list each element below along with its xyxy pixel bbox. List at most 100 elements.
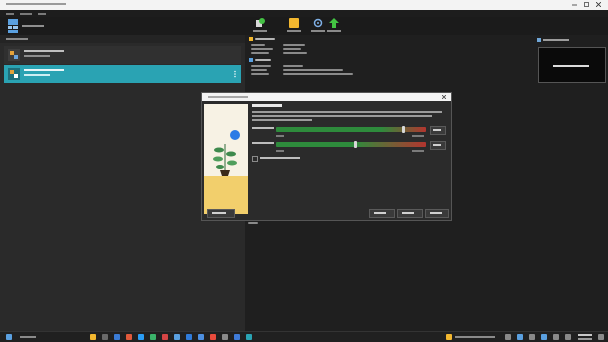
taskbar-app-icon[interactable] [174, 334, 180, 340]
cancel-button[interactable] [425, 209, 449, 218]
processors-spinbox[interactable] [430, 141, 446, 150]
base-memory-min-label [276, 135, 284, 137]
new-button[interactable] [251, 18, 269, 34]
battery-icon[interactable] [565, 334, 571, 340]
cancel-button-label [430, 212, 442, 214]
detail-label [251, 73, 269, 75]
processors-slider[interactable] [276, 142, 426, 147]
tray-icon[interactable] [505, 334, 511, 340]
taskbar-app-icon[interactable] [186, 334, 192, 340]
efi-checkbox[interactable] [252, 156, 258, 162]
tools-icon[interactable] [8, 19, 18, 33]
section-heading [255, 38, 275, 40]
detail-value [283, 65, 303, 67]
taskbar-app-icon[interactable] [234, 334, 240, 340]
taskbar-app-icon[interactable] [150, 334, 156, 340]
dialog-close-icon[interactable] [441, 94, 447, 100]
detail-value [283, 48, 301, 50]
taskbar-search[interactable] [20, 336, 36, 338]
taskbar-app-icon[interactable] [210, 334, 216, 340]
guided-mode-button-label [212, 212, 226, 214]
taskbar-app-icon[interactable] [126, 334, 132, 340]
tools-label [22, 25, 44, 27]
vm-list-header [0, 35, 245, 43]
new-machine-icon [255, 18, 265, 28]
guided-mode-button[interactable] [207, 209, 235, 218]
general-section-icon [249, 37, 253, 41]
detail-label [251, 48, 273, 50]
efi-row [252, 156, 352, 162]
detail-value [283, 69, 343, 71]
plant-icon [210, 140, 240, 176]
base-memory-value [433, 129, 441, 131]
detail-label [251, 69, 267, 71]
menu-item[interactable] [38, 13, 46, 15]
vm-state [24, 55, 50, 57]
dialog-title [208, 96, 248, 98]
detail-label [251, 44, 265, 46]
taskbar-date[interactable] [578, 338, 592, 340]
tools-bar [0, 17, 245, 35]
start-arrow-icon [329, 18, 339, 28]
vm-list-item[interactable] [4, 46, 241, 64]
taskbar-app-icon[interactable] [138, 334, 144, 340]
taskbar-app-icon[interactable] [90, 334, 96, 340]
taskbar-time[interactable] [578, 334, 592, 336]
add-button[interactable] [285, 18, 303, 34]
vm-list-item-selected[interactable] [4, 65, 241, 83]
preview-screen-text [553, 65, 589, 67]
minimize-icon[interactable] [572, 2, 577, 7]
taskbar-app-icon[interactable] [198, 334, 204, 340]
status-text [248, 222, 258, 224]
base-memory-row [252, 126, 446, 137]
back-button[interactable] [369, 209, 395, 218]
window-title [6, 3, 66, 5]
vm-list-header-label [6, 38, 28, 40]
next-button-label [402, 212, 414, 214]
base-memory-max-label [412, 135, 424, 137]
os-logo-icon [8, 49, 20, 61]
menu-item[interactable] [6, 13, 14, 15]
close-icon[interactable] [595, 1, 602, 8]
processors-slider-handle[interactable] [354, 141, 357, 148]
base-memory-slider-handle[interactable] [402, 126, 405, 133]
taskbar-app-icon[interactable] [246, 334, 252, 340]
menu-item[interactable] [20, 13, 32, 15]
preview-pane [531, 35, 608, 331]
volume-icon[interactable] [553, 334, 559, 340]
tray-icon[interactable] [529, 334, 535, 340]
detail-value [283, 44, 305, 46]
processors-label [252, 142, 274, 144]
taskbar-app-icon[interactable] [102, 334, 108, 340]
detail-label [251, 65, 271, 67]
notification-icon[interactable] [598, 334, 604, 340]
vm-name [24, 50, 64, 52]
vm-name [24, 69, 64, 71]
section-heading [255, 59, 271, 61]
dialog-heading [252, 104, 282, 107]
taskbar-app-icon[interactable] [162, 334, 168, 340]
maximize-icon[interactable] [584, 2, 589, 7]
tray-icon[interactable] [446, 334, 452, 340]
taskbar-app-icon[interactable] [114, 334, 120, 340]
next-button[interactable] [397, 209, 423, 218]
start-button[interactable] [325, 18, 343, 34]
dialog-titlebar [202, 93, 451, 101]
detail-value [283, 73, 353, 75]
create-vm-dialog [201, 92, 452, 221]
network-icon[interactable] [541, 334, 547, 340]
dialog-description [252, 111, 442, 113]
wizard-illustration [204, 104, 248, 214]
tray-icon[interactable] [517, 334, 523, 340]
menu-bar [0, 10, 608, 17]
os-logo-icon [8, 68, 20, 80]
vm-menu-icon[interactable] [233, 70, 237, 79]
base-memory-spinbox[interactable] [430, 126, 446, 135]
add-button-label [287, 30, 301, 32]
taskbar-app-icon[interactable] [222, 334, 228, 340]
dialog-description-line [252, 115, 432, 117]
system-section-icon [249, 58, 253, 62]
add-machine-icon [289, 18, 299, 28]
start-menu-icon[interactable] [6, 334, 12, 340]
main-toolbar [245, 17, 608, 35]
